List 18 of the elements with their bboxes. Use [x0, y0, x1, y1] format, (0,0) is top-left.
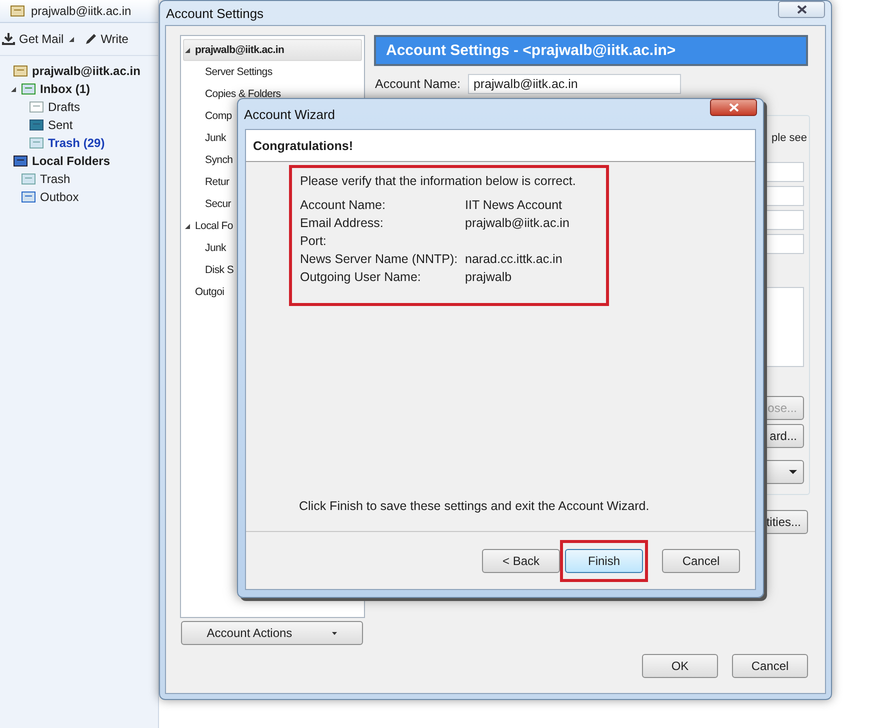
- info-value: prajwalb@iitk.ac.in: [465, 216, 570, 232]
- info-value: IIT News Account: [465, 198, 562, 214]
- info-label: Outgoing User Name:: [300, 270, 422, 286]
- info-label: Port:: [300, 234, 328, 250]
- info-label: News Server Name (NNTP):: [300, 252, 459, 268]
- field-label: Account Name:: [375, 77, 460, 91]
- window-title: Account Settings: [166, 6, 264, 20]
- info-value: narad.cc.ittk.ac.in: [465, 252, 562, 268]
- dialog-title: Account Wizard: [244, 106, 336, 122]
- info-label: Email Address:: [300, 216, 384, 232]
- wizard-heading: Congratulations!: [246, 130, 755, 162]
- intro-text: Please verify that the information below is correct.: [300, 174, 577, 188]
- panel-header: Account Settings - <prajwalb@iitk.ac.in>: [374, 35, 808, 66]
- info-label: Account Name:: [300, 198, 386, 214]
- footer-text: Click Finish to save these settings and exit the Account Wizard.: [299, 499, 650, 513]
- tab-label: prajwalb@iitk.ac.in: [31, 4, 132, 18]
- info-value: prajwalb: [465, 270, 512, 286]
- hint-text: ple see: [772, 132, 807, 144]
